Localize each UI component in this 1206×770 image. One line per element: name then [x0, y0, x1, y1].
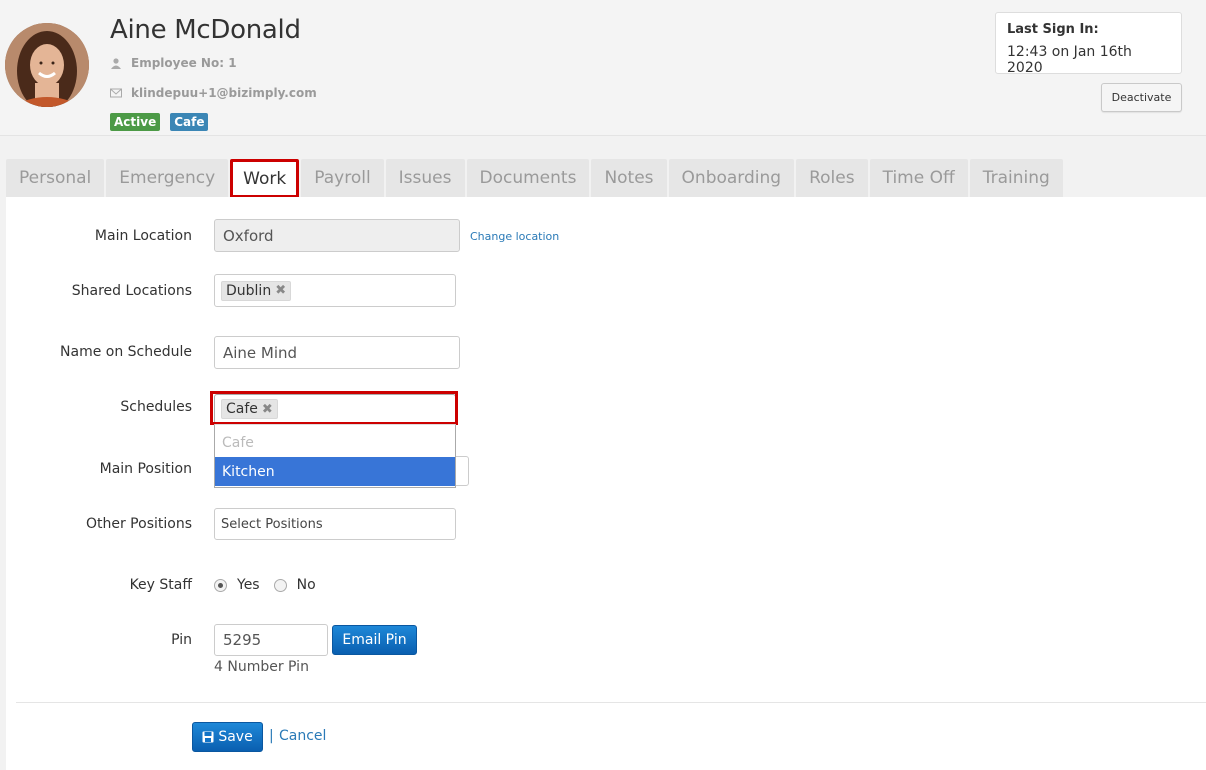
other-positions-placeholder: Select Positions	[221, 516, 323, 532]
cancel-link[interactable]: Cancel	[279, 728, 326, 744]
tab-training[interactable]: Training	[969, 159, 1063, 197]
form-divider	[16, 702, 1206, 703]
shared-locations-field[interactable]: Dublin ✖	[214, 274, 456, 307]
key-staff-no-label: No	[296, 577, 316, 593]
tab-documents[interactable]: Documents	[466, 159, 590, 197]
pin-input[interactable]: 5295	[214, 624, 328, 656]
pin-hint: 4 Number Pin	[214, 659, 309, 675]
main-position-label: Main Position	[99, 461, 192, 477]
schedules-highlight	[210, 391, 458, 425]
key-staff-radio-group: Yes No	[214, 577, 316, 593]
name-on-schedule-label: Name on Schedule	[60, 344, 192, 360]
main-location-field: Oxford	[214, 219, 460, 252]
schedules-dropdown: Cafe Kitchen	[214, 424, 456, 488]
name-on-schedule-input[interactable]: Aine Mind	[214, 336, 460, 369]
user-icon	[111, 58, 121, 69]
active-badge: Active	[110, 113, 161, 131]
cafe-badge: Cafe	[170, 113, 209, 131]
other-positions-label: Other Positions	[85, 516, 192, 532]
schedule-option-kitchen[interactable]: Kitchen	[215, 457, 455, 486]
schedule-option-cafe: Cafe	[222, 434, 254, 451]
shared-locations-label: Shared Locations	[71, 283, 192, 299]
employee-name: Aine McDonald	[110, 15, 301, 45]
tab-issues[interactable]: Issues	[385, 159, 465, 197]
main-location-value: Oxford	[223, 226, 274, 245]
status-badges: Active Cafe	[110, 113, 209, 131]
last-sign-in-value: 12:43 on Jan 16th 2020	[1007, 44, 1132, 76]
tab-time-off[interactable]: Time Off	[869, 159, 968, 197]
deactivate-button[interactable]: Deactivate	[1101, 83, 1182, 112]
key-staff-no-radio[interactable]	[273, 578, 287, 592]
tab-notes[interactable]: Notes	[591, 159, 667, 197]
remove-tag-icon[interactable]: ✖	[275, 283, 286, 298]
profile-header: Aine McDonald Employee No: 1 klindepuu+1…	[0, 0, 1206, 136]
employee-number-text: Employee No: 1	[131, 56, 237, 70]
pin-value: 5295	[223, 631, 262, 649]
employee-email: klindepuu+1@bizimply.com	[110, 86, 317, 100]
other-positions-input[interactable]: Select Positions	[214, 508, 456, 540]
name-on-schedule-value: Aine Mind	[223, 343, 298, 362]
action-separator: |	[269, 728, 274, 744]
last-sign-in-box: Last Sign In: 12:43 on Jan 16th 2020	[995, 12, 1182, 76]
employee-email-text: klindepuu+1@bizimply.com	[131, 86, 317, 100]
save-label: Save	[218, 729, 253, 745]
key-staff-yes-label: Yes	[237, 577, 260, 593]
main-location-label: Main Location	[94, 228, 192, 244]
pin-label: Pin	[171, 632, 192, 648]
floppy-disk-icon	[202, 731, 214, 743]
tab-payroll[interactable]: Payroll	[301, 159, 384, 197]
employee-number: Employee No: 1	[110, 56, 237, 70]
tab-emergency[interactable]: Emergency	[106, 159, 229, 197]
tab-onboarding[interactable]: Onboarding	[668, 159, 795, 197]
tab-personal[interactable]: Personal	[6, 159, 105, 197]
shared-location-tag-label: Dublin	[226, 282, 272, 299]
key-staff-label: Key Staff	[129, 577, 192, 593]
shared-location-tag: Dublin ✖	[221, 280, 292, 301]
last-sign-in-title: Last Sign In:	[1007, 22, 1099, 37]
tab-work[interactable]: Work	[230, 159, 300, 198]
tab-roles[interactable]: Roles	[796, 159, 868, 197]
email-pin-button[interactable]: Email Pin	[332, 625, 417, 655]
profile-tabs: Personal Emergency Work Payroll Issues D…	[6, 159, 1063, 198]
schedules-label: Schedules	[120, 399, 192, 415]
key-staff-yes-radio[interactable]	[214, 578, 227, 592]
change-location-link[interactable]: Change location	[470, 230, 559, 243]
avatar	[5, 23, 89, 107]
envelope-icon	[110, 88, 122, 98]
save-button[interactable]: Save	[192, 722, 263, 752]
